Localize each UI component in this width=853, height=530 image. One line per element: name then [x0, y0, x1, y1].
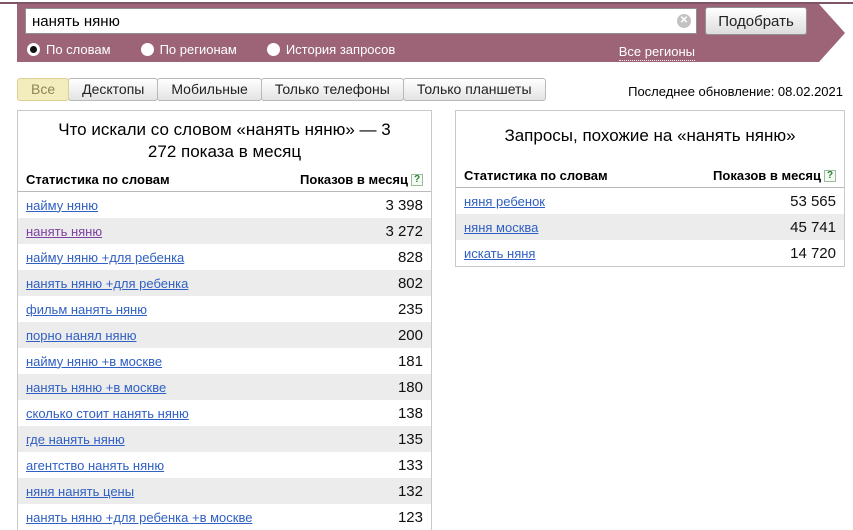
search-bar: ✕ Подобрать По словам По регионам История … — [17, 4, 845, 62]
column-words-header: Статистика по словам — [464, 168, 608, 183]
query-link[interactable]: найму няню +для ребенка — [26, 250, 184, 265]
table-row: няня ребенок 53 565 — [456, 188, 844, 214]
query-link[interactable]: нанять няню +для ребенка — [26, 276, 188, 291]
radio-by-words[interactable]: По словам — [27, 42, 111, 57]
similar-table-header: Статистика по словам Показов в месяц? — [456, 163, 844, 188]
query-link[interactable]: няня нанять цены — [26, 484, 134, 499]
table-row: няня москва 45 741 — [456, 214, 844, 240]
similar-panel-title: Запросы, похожие на «нанять няню» — [466, 125, 834, 147]
radio-by-regions[interactable]: По регионам — [141, 42, 237, 57]
table-row: няня нанять цены 132 — [18, 478, 431, 504]
words-table-header: Статистика по словам Показов в месяц? — [18, 167, 431, 192]
shows-value: 3 272 — [385, 223, 423, 240]
shows-value: 133 — [398, 457, 423, 474]
column-words-header: Статистика по словам — [26, 172, 170, 187]
query-link[interactable]: фильм нанять няню — [26, 302, 147, 317]
tab-mobile[interactable]: Мобильные — [157, 78, 262, 101]
query-link[interactable]: где нанять няню — [26, 432, 125, 447]
table-row: порно нанял няню 200 — [18, 322, 431, 348]
query-link[interactable]: нанять няню — [26, 224, 102, 239]
table-row: сколько стоит нанять няню 138 — [18, 400, 431, 426]
similar-queries-panel: Запросы, похожие на «нанять няню» Статис… — [455, 110, 845, 267]
table-row: нанять няню +для ребенка 802 — [18, 270, 431, 296]
table-row: найму няню 3 398 — [18, 192, 431, 218]
shows-value: 14 720 — [790, 245, 836, 262]
query-link[interactable]: няня ребенок — [464, 194, 545, 209]
shows-value: 802 — [398, 275, 423, 292]
table-row: найму няню +для ребенка 828 — [18, 244, 431, 270]
shows-value: 45 741 — [790, 219, 836, 236]
shows-value: 135 — [398, 431, 423, 448]
shows-value: 181 — [398, 353, 423, 370]
words-table-body: найму няню 3 398 нанять няню 3 272 найму нян… — [18, 192, 431, 530]
query-link[interactable]: найму няню +в москве — [26, 354, 162, 369]
radio-icon — [141, 43, 154, 56]
tab-phones-only[interactable]: Только телефоны — [261, 78, 404, 101]
shows-value: 132 — [398, 483, 423, 500]
shows-value: 138 — [398, 405, 423, 422]
column-shows-header: Показов в месяц? — [300, 172, 423, 187]
all-regions-link[interactable]: Все регионы — [619, 44, 695, 61]
search-mode-radio-group: По словам По регионам История запросов — [27, 42, 395, 57]
query-link[interactable]: няня москва — [464, 220, 538, 235]
device-tabs: ВсеДесктопыМобильныеТолько телефоныТольк… — [17, 78, 545, 101]
table-row: фильм нанять няню 235 — [18, 296, 431, 322]
top-accent-line — [0, 2, 853, 4]
shows-value: 180 — [398, 379, 423, 396]
table-row: нанять няню +для ребенка +в москве 123 — [18, 504, 431, 530]
help-icon[interactable]: ? — [824, 170, 836, 182]
search-input-wrap: ✕ — [25, 8, 697, 34]
query-link[interactable]: найму няню — [26, 198, 98, 213]
radio-label: По словам — [46, 42, 111, 57]
radio-icon — [267, 43, 280, 56]
column-shows-header: Показов в месяц? — [713, 168, 836, 183]
words-stats-panel: Что искали со словом «нанять няню» — 3 2… — [17, 110, 432, 530]
table-row: где нанять няню 135 — [18, 426, 431, 452]
submit-button[interactable]: Подобрать — [705, 7, 807, 35]
query-link[interactable]: порно нанял няню — [26, 328, 137, 343]
radio-label: По регионам — [160, 42, 237, 57]
query-link[interactable]: нанять няню +для ребенка +в москве — [26, 510, 252, 525]
table-row: нанять няню +в москве 180 — [18, 374, 431, 400]
shows-value: 123 — [398, 509, 423, 526]
table-row: найму няню +в москве 181 — [18, 348, 431, 374]
shows-value: 3 398 — [385, 197, 423, 214]
query-link[interactable]: искать няня — [464, 246, 535, 261]
table-row: искать няня 14 720 — [456, 240, 844, 266]
search-input[interactable] — [25, 8, 697, 34]
last-update-text: Последнее обновление: 08.02.2021 — [628, 84, 843, 99]
radio-label: История запросов — [286, 42, 396, 57]
shows-value: 53 565 — [790, 193, 836, 210]
shows-value: 235 — [398, 301, 423, 318]
radio-icon — [27, 43, 40, 56]
table-row: нанять няню 3 272 — [18, 218, 431, 244]
help-icon[interactable]: ? — [411, 174, 423, 186]
radio-history[interactable]: История запросов — [267, 42, 396, 57]
query-link[interactable]: агентство нанять няню — [26, 458, 164, 473]
shows-value: 828 — [398, 249, 423, 266]
similar-table-body: няня ребенок 53 565 няня москва 45 741 искат… — [456, 188, 844, 266]
tab-tablets-only[interactable]: Только планшеты — [403, 78, 546, 101]
tab-all[interactable]: Все — [17, 78, 69, 101]
query-link[interactable]: нанять няню +в москве — [26, 380, 166, 395]
shows-value: 200 — [398, 327, 423, 344]
words-panel-title: Что искали со словом «нанять няню» — 3 2… — [46, 119, 403, 163]
table-row: агентство нанять няню 133 — [18, 452, 431, 478]
clear-search-icon[interactable]: ✕ — [677, 14, 691, 28]
query-link[interactable]: сколько стоит нанять няню — [26, 406, 189, 421]
tab-desktops[interactable]: Десктопы — [68, 78, 158, 101]
